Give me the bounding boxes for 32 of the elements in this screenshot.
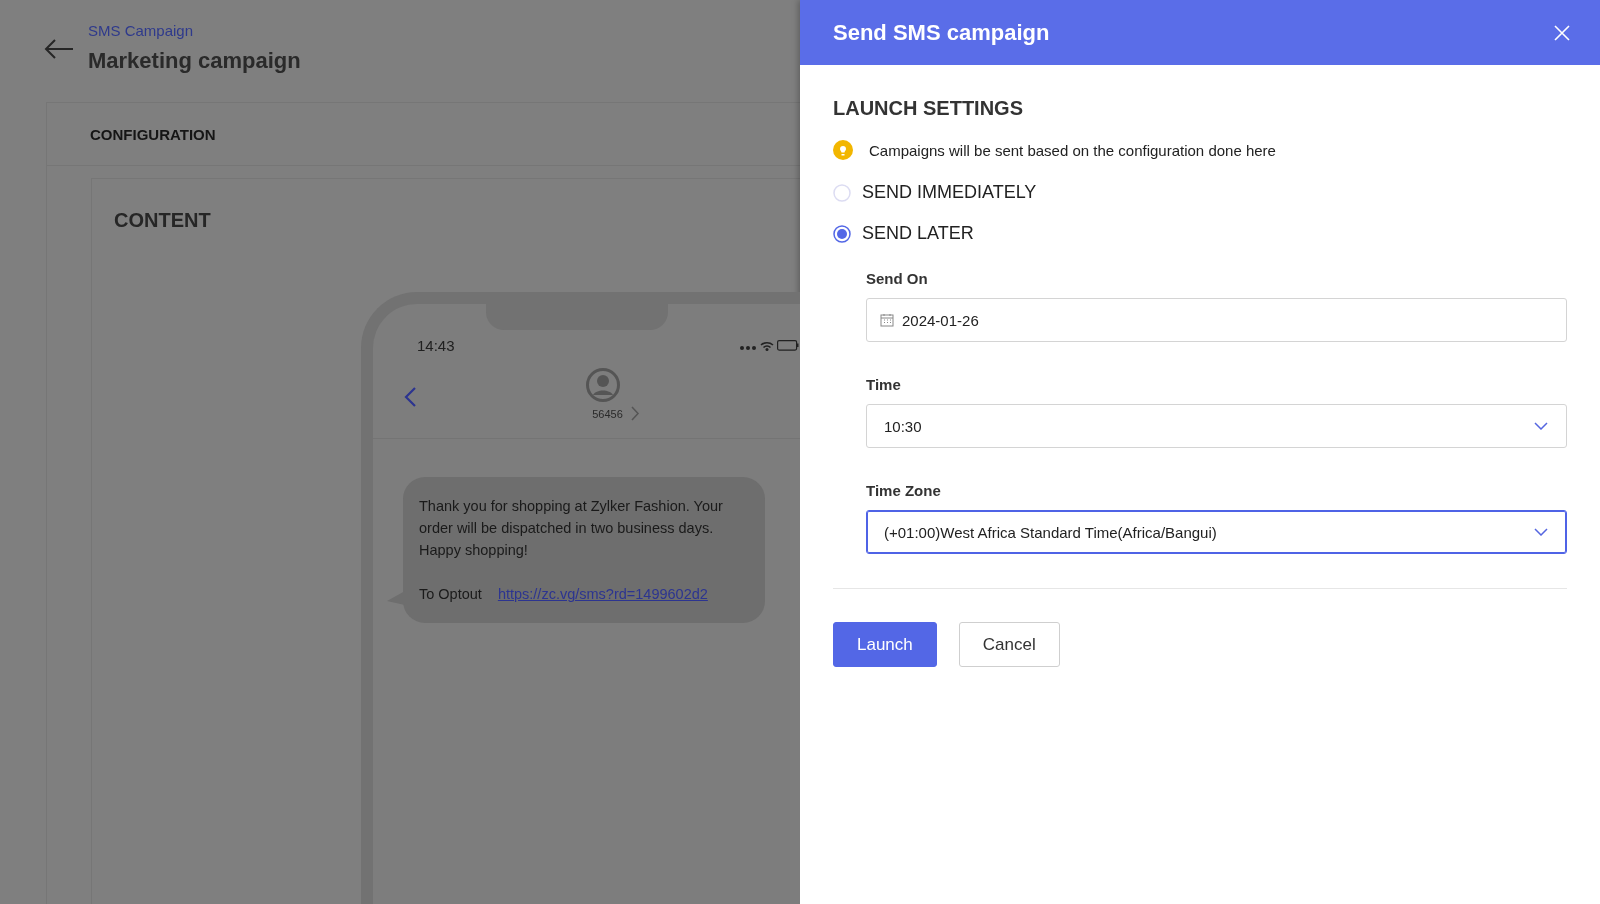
message-text: Thank you for shopping at Zylker Fashion. Your order will be dispatched in two business days. Happy shopping! [419, 497, 724, 560]
page-title: Marketing campaign [88, 48, 301, 74]
dropdown-field[interactable]: (+01:00)West Africa Standard Time(Africa/Bangui) [866, 510, 1567, 554]
dropdown-field[interactable]: 10:30 [866, 404, 1567, 448]
section-heading: CONFIGURATION [90, 125, 216, 143]
signal-dots-icon [739, 344, 757, 351]
caret-icon [1534, 528, 1548, 536]
back-arrow-icon[interactable] [44, 39, 74, 59]
field-label: Time [866, 376, 902, 393]
close-icon[interactable] [1554, 24, 1570, 41]
info-text: Campaigns will be sent based on the configuration done here [869, 141, 1276, 159]
caret-icon [1534, 422, 1548, 430]
wifi-icon [760, 340, 774, 351]
field-label: Time Zone [866, 482, 942, 499]
launch-button[interactable]: Launch [833, 622, 937, 667]
date-field[interactable]: 2024-01-26 [866, 298, 1567, 342]
sender-number: 56456 [592, 407, 623, 420]
battery-icon [777, 339, 799, 351]
field-label: Send On [866, 270, 929, 287]
radio-option[interactable]: SEND LATER [833, 223, 1567, 244]
chevron-right-icon [630, 406, 640, 421]
avatar-icon [586, 368, 620, 402]
radio-option[interactable]: SEND IMMEDIATELY [833, 182, 1567, 203]
calendar-icon [880, 313, 894, 327]
content-heading: CONTENT [114, 209, 212, 232]
phone-clock: 14:43 [417, 336, 455, 354]
section-heading: LAUNCH SETTINGS [833, 97, 1024, 120]
panel-title: Send SMS campaign [833, 19, 1050, 46]
lightbulb-icon [833, 140, 853, 160]
cancel-button[interactable]: Cancel [958, 622, 1060, 667]
optout-label: To Optout [419, 585, 482, 604]
back-chevron-icon[interactable] [403, 386, 417, 408]
